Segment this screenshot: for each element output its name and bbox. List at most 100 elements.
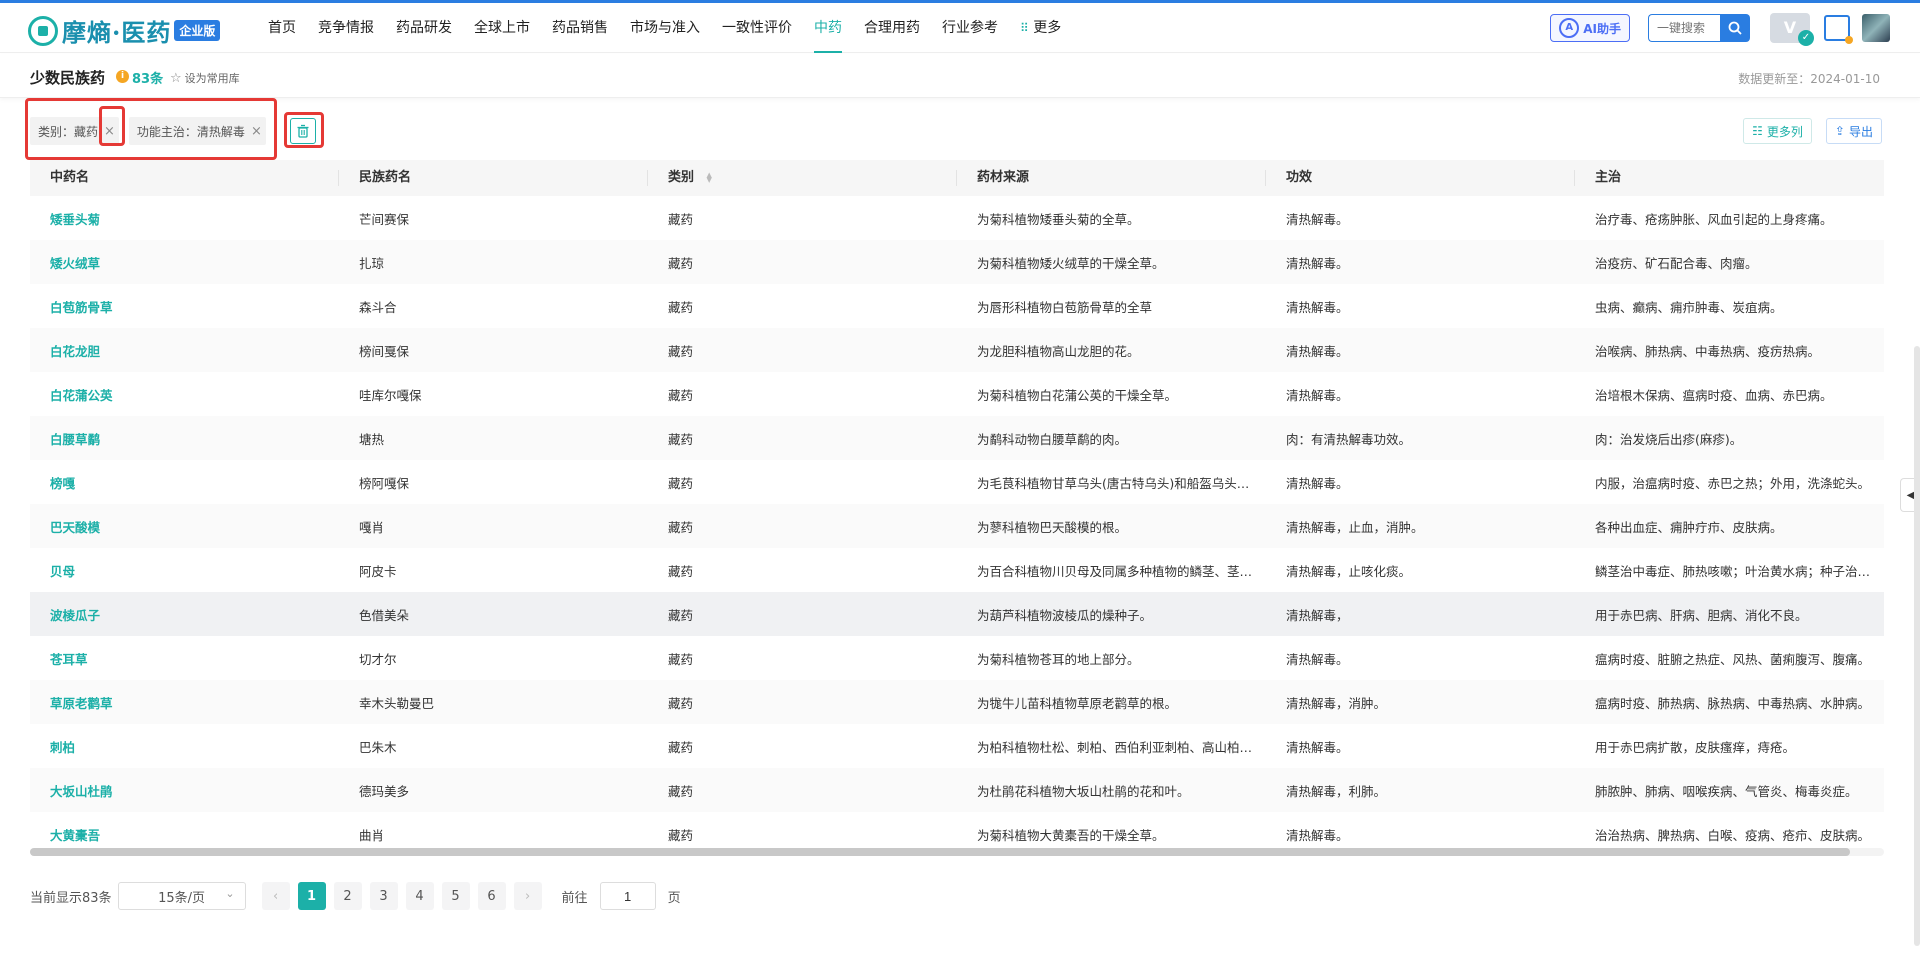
table-cell: 藏药 — [668, 651, 694, 667]
table-cell: 森斗合 — [359, 299, 397, 315]
page-suffix: 页 — [667, 890, 681, 906]
herb-name-link[interactable]: 大坂山杜鹃 — [30, 781, 339, 800]
nav-item-global[interactable]: 全球上市 — [474, 3, 530, 53]
page-button[interactable]: 6 — [477, 882, 506, 910]
table-row[interactable]: 巴天酸模 嘎肖 藏药 为蓼科植物巴天酸模的根。 清热解毒，止血，消肿。 各种出血症、痈肿疔… — [30, 504, 1884, 548]
export-icon: ⇪ — [1834, 124, 1845, 138]
page-button[interactable]: 2 — [333, 882, 362, 910]
table-cell: 治培根木保病、瘟病时疫、血病、赤巴病。 — [1595, 387, 1833, 403]
table-cell: 藏药 — [668, 255, 694, 271]
chevron-down-icon: ⌄ — [225, 887, 235, 900]
nav-item-consistency[interactable]: 一致性评价 — [722, 3, 792, 53]
nav-menu: 首页 竞争情报 药品研发 全球上市 药品销售 市场与准入 一致性评价 中药 合理… — [268, 3, 1083, 53]
table-cell: 清热解毒，消肿。 — [1286, 695, 1387, 711]
ai-icon: A — [1559, 18, 1580, 38]
nav-right: A AI助手 V — [1550, 13, 1890, 46]
table-row[interactable]: 波棱瓜子 色借美朵 藏药 为葫芦科植物波棱瓜的燥种子。 清热解毒， 用于赤巴病、肝病、胆病… — [30, 592, 1884, 636]
nav-item-more[interactable]: ⠿ 更多 — [1020, 3, 1061, 53]
herb-name-link[interactable]: 榜嘎 — [30, 473, 339, 492]
table-row[interactable]: 大黄橐吾 曲肖 藏药 为菊科植物大黄橐吾的干燥全草。 清热解毒。 治治热病、脾热病、白喉、… — [30, 812, 1884, 852]
column-header: 主治 — [1595, 170, 1622, 185]
scrollbar-thumb[interactable] — [30, 848, 1850, 856]
logo[interactable]: 摩熵·医药 企业版 — [28, 13, 221, 48]
search-input[interactable] — [1648, 14, 1720, 42]
table-cell: 为鹬科动物白腰草鹬的肉。 — [977, 431, 1128, 447]
herb-name-link[interactable]: 巴天酸模 — [30, 517, 339, 536]
nav-item-competition[interactable]: 竞争情报 — [318, 3, 374, 53]
herb-name-link[interactable]: 贝母 — [30, 561, 339, 580]
goto-page-input[interactable] — [599, 882, 656, 910]
vip-icon[interactable]: V — [1770, 13, 1814, 46]
herb-name-link[interactable]: 矮火绒草 — [30, 253, 339, 272]
nav-more-label: 更多 — [1033, 20, 1062, 36]
nav-item-market[interactable]: 市场与准入 — [630, 3, 700, 53]
table-row[interactable]: 矮垂头菊 芒间赛保 藏药 为菊科植物矮垂头菊的全草。 清热解毒。 治疗毒、疮疡肿胀、风血引… — [30, 196, 1884, 240]
table-cell: 清热解毒。 — [1286, 387, 1349, 403]
table-cell: 各种出血症、痈肿疔疖、皮肤病。 — [1595, 519, 1783, 535]
ai-assistant-label: AI助手 — [1583, 21, 1621, 36]
manual-icon[interactable] — [1824, 15, 1853, 44]
more-columns-label: 更多列 — [1766, 124, 1803, 139]
herb-name-link[interactable]: 矮垂头菊 — [30, 209, 339, 228]
ai-assistant-button[interactable]: A AI助手 — [1550, 14, 1630, 42]
table-cell: 扎琼 — [359, 255, 385, 271]
herb-name-link[interactable]: 大黄橐吾 — [30, 825, 339, 844]
table-cell: 肉：治发烧后出疹(麻疹)。 — [1595, 431, 1743, 447]
sort-icon[interactable]: ▲ ▼ — [707, 171, 712, 183]
herb-name-link[interactable]: 刺柏 — [30, 737, 339, 756]
avatar[interactable] — [1862, 14, 1890, 42]
nav-item-tcm[interactable]: 中药 — [814, 3, 842, 53]
vertical-scrollbar[interactable] — [1914, 346, 1920, 946]
column-header-sortable[interactable]: 类别 ▲ ▼ — [648, 160, 957, 196]
table-row[interactable]: 白花龙胆 榜间戛保 藏药 为龙胆科植物高山龙胆的花。 清热解毒。 治喉病、肺热病、中毒热病… — [30, 328, 1884, 372]
herb-name-link[interactable]: 苍耳草 — [30, 649, 339, 668]
page-button[interactable]: 1 — [297, 882, 326, 910]
prev-page-button[interactable]: ‹ — [261, 882, 290, 910]
search-button[interactable] — [1720, 14, 1750, 42]
table-row[interactable]: 苍耳草 切才尔 藏药 为菊科植物苍耳的地上部分。 清热解毒。 瘟病时疫、脏腑之热症、风热、… — [30, 636, 1884, 680]
goto-label: 前往 — [561, 890, 588, 906]
table-cell: 清热解毒，止咳化痰。 — [1286, 563, 1412, 579]
table-cell: 榜阿嘎保 — [359, 475, 410, 491]
logo-icon — [28, 15, 58, 46]
table-cell: 藏药 — [668, 387, 694, 403]
table-row[interactable]: 白腰草鹬 塘热 藏药 为鹬科动物白腰草鹬的肉。 肉：有清热解毒功效。 肉：治发烧后出疹(麻… — [30, 416, 1884, 460]
page-button[interactable]: 3 — [369, 882, 398, 910]
next-page-button[interactable]: › — [513, 882, 542, 910]
table-cell: 清热解毒。 — [1286, 475, 1349, 491]
herb-name-link[interactable]: 草原老鹳草 — [30, 693, 339, 712]
herb-name-link[interactable]: 白苞筋骨草 — [30, 297, 339, 316]
nav-item-rnd[interactable]: 药品研发 — [396, 3, 452, 53]
herb-name-link[interactable]: 白花龙胆 — [30, 341, 339, 360]
info-icon[interactable]: i — [116, 70, 129, 83]
table-row[interactable]: 白苞筋骨草 森斗合 藏药 为唇形科植物白苞筋骨草的全草 清热解毒。 虫病、癫病、痈疖肿毒、… — [30, 284, 1884, 328]
herb-name-link[interactable]: 白花蒲公英 — [30, 385, 339, 404]
herb-name-link[interactable]: 白腰草鹬 — [30, 429, 339, 448]
set-favorite-button[interactable]: ☆ 设为常用库 — [170, 70, 240, 86]
table-row[interactable]: 大坂山杜鹃 德玛美多 藏药 为杜鹃花科植物大坂山杜鹃的花和叶。 清热解毒，利肺。 肺脓肿、… — [30, 768, 1884, 812]
clear-filters-button[interactable] — [289, 118, 316, 144]
table-cell: 藏药 — [668, 783, 694, 799]
page-button[interactable]: 5 — [441, 882, 470, 910]
table-cell: 藏药 — [668, 299, 694, 315]
close-icon[interactable]: × — [104, 124, 115, 139]
table-row[interactable]: 草原老鹳草 幸木头勒曼巴 藏药 为牻牛儿苗科植物草原老鹳草的根。 清热解毒，消肿。 瘟病时… — [30, 680, 1884, 724]
horizontal-scrollbar[interactable] — [30, 848, 1884, 856]
table-cell: 虫病、癫病、痈疖肿毒、炭疽病。 — [1595, 299, 1783, 315]
herb-name-link[interactable]: 波棱瓜子 — [30, 605, 339, 624]
table-row[interactable]: 榜嘎 榜阿嘎保 藏药 为毛茛科植物甘草乌头(唐古特乌头)和船盔乌头的全草。 清热解毒。 内… — [30, 460, 1884, 504]
nav-item-rational[interactable]: 合理用药 — [864, 3, 920, 53]
column-header-label: 类别 — [668, 170, 695, 185]
table-row[interactable]: 刺柏 巴朱木 藏药 为柏科植物杜松、刺柏、西伯利亚刺柏、高山柏的枝叶。 清热解毒。 用于赤… — [30, 724, 1884, 768]
more-columns-button[interactable]: ☷ 更多列 — [1743, 118, 1812, 144]
table-row[interactable]: 白花蒲公英 哇库尔嘎保 藏药 为菊科植物白花蒲公英的干燥全草。 清热解毒。 治培根木保病、… — [30, 372, 1884, 416]
export-button[interactable]: ⇪ 导出 — [1825, 118, 1882, 144]
page-button[interactable]: 4 — [405, 882, 434, 910]
table-row[interactable]: 矮火绒草 扎琼 藏药 为菊科植物矮火绒草的干燥全草。 清热解毒。 治疫疠、矿石配合毒、肉瘤… — [30, 240, 1884, 284]
nav-item-home[interactable]: 首页 — [268, 3, 296, 53]
page-size-select[interactable]: 15条/页 ⌄ — [117, 882, 246, 910]
nav-item-industry[interactable]: 行业参考 — [942, 3, 998, 53]
nav-item-sales[interactable]: 药品销售 — [552, 3, 608, 53]
close-icon[interactable]: × — [251, 124, 262, 139]
table-row[interactable]: 贝母 阿皮卡 藏药 为百合科植物川贝母及同属多种植物的鳞茎、茎叶。 清热解毒，止咳化痰。… — [30, 548, 1884, 592]
